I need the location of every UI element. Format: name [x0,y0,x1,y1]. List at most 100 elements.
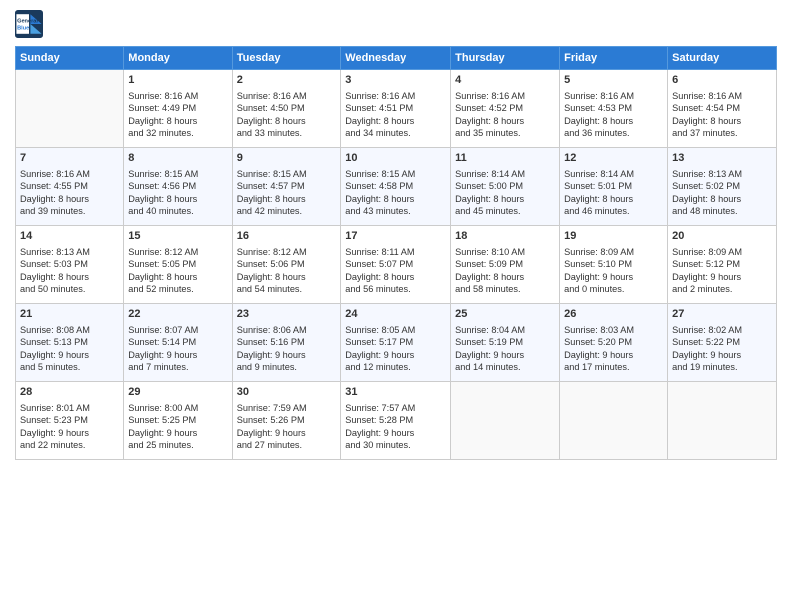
day-number: 22 [128,307,227,322]
day-info-line: and 33 minutes. [237,127,337,139]
day-info-line: Sunrise: 8:16 AM [237,90,337,102]
day-info-line: Sunset: 5:07 PM [345,258,446,270]
day-cell: 27Sunrise: 8:02 AMSunset: 5:22 PMDayligh… [668,304,777,382]
day-info-line: and 32 minutes. [128,127,227,139]
day-info-line: Sunrise: 8:16 AM [455,90,555,102]
day-info-line: Daylight: 9 hours [455,349,555,361]
day-info-line: Sunset: 4:49 PM [128,102,227,114]
day-info-line: and 46 minutes. [564,205,663,217]
logo: General Blue [15,10,47,38]
day-cell: 25Sunrise: 8:04 AMSunset: 5:19 PMDayligh… [451,304,560,382]
day-info-line: Sunrise: 8:13 AM [672,168,772,180]
day-number: 9 [237,151,337,166]
day-number: 29 [128,385,227,400]
day-cell: 7Sunrise: 8:16 AMSunset: 4:55 PMDaylight… [16,148,124,226]
day-info-line: Sunset: 5:12 PM [672,258,772,270]
day-info-line: Sunset: 4:50 PM [237,102,337,114]
day-cell: 30Sunrise: 7:59 AMSunset: 5:26 PMDayligh… [232,382,341,460]
day-number: 1 [128,73,227,88]
day-info-line: and 7 minutes. [128,361,227,373]
day-info-line: and 34 minutes. [345,127,446,139]
day-info-line: Daylight: 8 hours [237,271,337,283]
day-number: 18 [455,229,555,244]
day-info-line: Daylight: 8 hours [128,193,227,205]
day-number: 20 [672,229,772,244]
header-row: Sunday Monday Tuesday Wednesday Thursday… [16,47,777,70]
day-info-line: and 39 minutes. [20,205,119,217]
day-number: 11 [455,151,555,166]
day-info-line: and 22 minutes. [20,439,119,451]
day-info-line: Daylight: 8 hours [564,115,663,127]
day-info-line: Sunrise: 8:16 AM [564,90,663,102]
day-cell: 13Sunrise: 8:13 AMSunset: 5:02 PMDayligh… [668,148,777,226]
day-cell: 4Sunrise: 8:16 AMSunset: 4:52 PMDaylight… [451,70,560,148]
day-number: 21 [20,307,119,322]
day-info-line: and 45 minutes. [455,205,555,217]
day-info-line: Sunset: 5:10 PM [564,258,663,270]
day-info-line: Sunrise: 8:09 AM [672,246,772,258]
day-info-line: Sunrise: 8:12 AM [128,246,227,258]
day-cell: 20Sunrise: 8:09 AMSunset: 5:12 PMDayligh… [668,226,777,304]
day-number: 14 [20,229,119,244]
th-tuesday: Tuesday [232,47,341,70]
day-info-line: Daylight: 8 hours [128,115,227,127]
header: General Blue [15,10,777,38]
day-info-line: and 56 minutes. [345,283,446,295]
day-cell: 28Sunrise: 8:01 AMSunset: 5:23 PMDayligh… [16,382,124,460]
day-info-line: Sunset: 4:51 PM [345,102,446,114]
day-info-line: Sunrise: 8:11 AM [345,246,446,258]
day-cell [560,382,668,460]
day-info-line: and 50 minutes. [20,283,119,295]
day-info-line: and 52 minutes. [128,283,227,295]
day-info-line: Sunrise: 8:08 AM [20,324,119,336]
day-info-line: and 5 minutes. [20,361,119,373]
th-sunday: Sunday [16,47,124,70]
day-info-line: Sunset: 5:17 PM [345,336,446,348]
day-info-line: Sunrise: 8:06 AM [237,324,337,336]
day-info-line: Sunset: 5:13 PM [20,336,119,348]
day-cell [668,382,777,460]
day-number: 24 [345,307,446,322]
day-cell: 15Sunrise: 8:12 AMSunset: 5:05 PMDayligh… [124,226,232,304]
day-info-line: Daylight: 8 hours [20,271,119,283]
svg-text:Blue: Blue [17,26,29,32]
day-info-line: Sunset: 5:06 PM [237,258,337,270]
day-cell: 19Sunrise: 8:09 AMSunset: 5:10 PMDayligh… [560,226,668,304]
day-info-line: Sunrise: 8:10 AM [455,246,555,258]
day-number: 26 [564,307,663,322]
day-cell: 3Sunrise: 8:16 AMSunset: 4:51 PMDaylight… [341,70,451,148]
day-cell: 21 Sunrise: 8:08 AMSunset: 5:13 PMDayligh… [16,304,124,382]
day-info-line: and 43 minutes. [345,205,446,217]
day-cell: 5Sunrise: 8:16 AMSunset: 4:53 PMDaylight… [560,70,668,148]
day-info-line: Daylight: 9 hours [672,349,772,361]
day-info-line: and 25 minutes. [128,439,227,451]
day-number: 15 [128,229,227,244]
day-info-line: and 14 minutes. [455,361,555,373]
day-info-line: Daylight: 8 hours [237,193,337,205]
day-info-line: Sunrise: 8:07 AM [128,324,227,336]
day-info-line: Daylight: 9 hours [237,349,337,361]
day-info-line: and 48 minutes. [672,205,772,217]
day-cell: 1Sunrise: 8:16 AMSunset: 4:49 PMDaylight… [124,70,232,148]
day-info-line: Sunset: 4:56 PM [128,180,227,192]
day-number: 19 [564,229,663,244]
calendar-body: 1Sunrise: 8:16 AMSunset: 4:49 PMDaylight… [16,70,777,460]
day-info-line: Sunset: 4:52 PM [455,102,555,114]
day-info-line: Daylight: 8 hours [672,115,772,127]
day-number: 30 [237,385,337,400]
day-info-line: Sunrise: 8:15 AM [128,168,227,180]
day-info-line: Daylight: 9 hours [20,349,119,361]
day-info-line: Daylight: 9 hours [564,349,663,361]
day-info-line: and 12 minutes. [345,361,446,373]
page: General Blue Sunday Monday Tuesday Wedne… [0,0,792,612]
week-row-5: 28Sunrise: 8:01 AMSunset: 5:23 PMDayligh… [16,382,777,460]
day-cell [451,382,560,460]
day-info-line: and 2 minutes. [672,283,772,295]
day-info-line: Sunset: 5:23 PM [20,414,119,426]
th-monday: Monday [124,47,232,70]
day-cell: 23Sunrise: 8:06 AMSunset: 5:16 PMDayligh… [232,304,341,382]
day-cell: 6Sunrise: 8:16 AMSunset: 4:54 PMDaylight… [668,70,777,148]
day-info-line: Sunset: 5:19 PM [455,336,555,348]
day-info-line: Sunset: 5:25 PM [128,414,227,426]
day-cell: 31Sunrise: 7:57 AMSunset: 5:28 PMDayligh… [341,382,451,460]
